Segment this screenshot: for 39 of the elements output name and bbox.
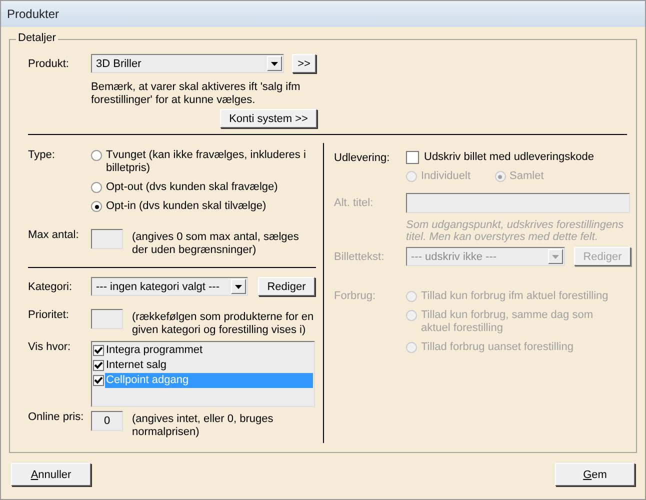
priority-field[interactable] (91, 309, 123, 329)
hint-text: (angives 0 som max antal, sælges der uden begrænsninger) (132, 231, 300, 257)
product-dropdown[interactable]: 3D Briller (91, 54, 284, 73)
field-label: Kategori: (28, 280, 74, 292)
list-item[interactable]: Integra programmet (105, 343, 313, 358)
radio-option[interactable]: Opt-out (dvs kunden skal fravælge) (91, 181, 306, 194)
field-label: Alt. titel: (334, 197, 374, 209)
more-button[interactable]: >> (292, 54, 316, 73)
hint-text: Som udgangspunkt, udskrives forestillingens titel. Men kan overstyres med dette felt. (406, 219, 625, 243)
dialog-button[interactable]: Annuller (11, 463, 91, 486)
note-text: Bemærk, at varer skal aktiveres ift 'salg ifm forestillinger' for at kunne vælges. (91, 81, 302, 107)
online-price-field[interactable]: 0 (91, 411, 123, 431)
field-label: Produkt: (28, 58, 70, 70)
hint-text: (rækkefølgen som produkterne for en given kategori og forestilling vises i) (132, 311, 315, 337)
checkbox[interactable] (93, 360, 104, 371)
field-label: Billettekst: (334, 250, 386, 262)
max-antal-field[interactable] (91, 229, 123, 249)
list-item[interactable]: Internet salg (105, 358, 313, 373)
category-dropdown[interactable]: --- ingen kategori valgt --- (91, 277, 248, 296)
checkbox[interactable] (93, 345, 104, 356)
window-title: Produkter (7, 7, 60, 21)
field-label: Udlevering: (334, 152, 391, 164)
konti-system-button[interactable]: Konti system >> (220, 109, 317, 128)
caret-icon (231, 279, 246, 294)
field-label: Vis hvor: (28, 341, 72, 353)
field-label: Forbrug: (334, 290, 377, 302)
field-label: Max antal: (28, 229, 80, 241)
field-label: Prioritet: (28, 309, 70, 321)
field-label: Type: (28, 149, 56, 161)
caret-icon (267, 56, 282, 71)
hint-text: (angives intet, eller 0, bruges normalprisen) (132, 413, 274, 439)
group-title: Detaljer (16, 32, 58, 44)
radio-option[interactable]: Opt-in (dvs kunden skal tilvælge) (91, 200, 306, 213)
field-label: Online pris: (28, 411, 85, 423)
checkbox[interactable] (93, 375, 104, 386)
caret-icon (548, 249, 563, 264)
radio-option[interactable]: Tvunget (kan ikke fravælges, inkluderes i billetpris) (91, 149, 306, 175)
edit-button[interactable]: Rediger (258, 277, 315, 296)
dialog-button[interactable]: Gem (555, 463, 635, 486)
